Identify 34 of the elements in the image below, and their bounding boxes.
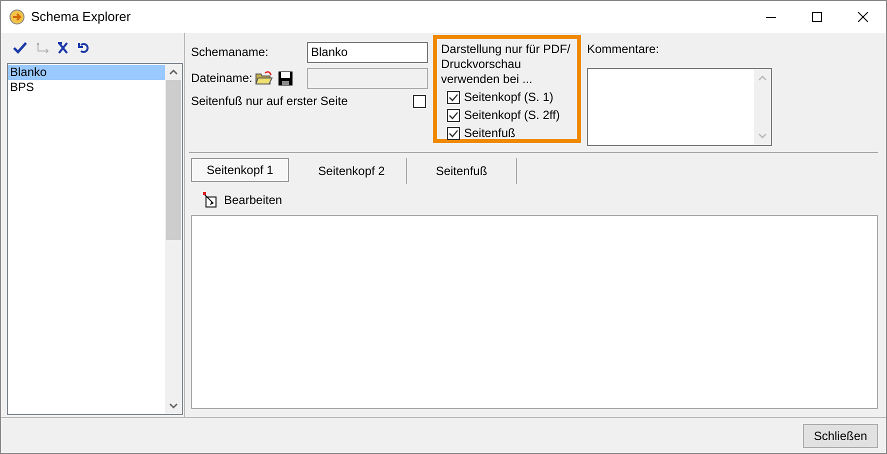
- checkbox-label: Seitenfuß: [464, 125, 516, 142]
- maximize-icon: [812, 12, 822, 22]
- scroll-thumb[interactable]: [166, 80, 181, 240]
- check-icon[interactable]: [13, 42, 27, 54]
- list-item[interactable]: BPS: [8, 80, 165, 95]
- minimize-icon: [766, 16, 776, 18]
- save-icon[interactable]: [278, 70, 293, 86]
- folder-icon[interactable]: [255, 70, 273, 86]
- edit-button[interactable]: Bearbeiten: [203, 190, 282, 208]
- checkbox[interactable]: [447, 126, 460, 140]
- window-title: Schema Explorer: [31, 8, 131, 26]
- scroll-down-icon[interactable]: [169, 403, 178, 409]
- checkbox[interactable]: [447, 90, 460, 104]
- list-item[interactable]: Blanko: [8, 65, 165, 80]
- tab[interactable]: Seitenfuß: [407, 158, 517, 184]
- close-dialog-button[interactable]: Schließen: [803, 424, 878, 448]
- scroll-up-icon[interactable]: [169, 69, 178, 75]
- field-label: Dateiname:: [191, 70, 254, 87]
- tab[interactable]: Seitenkopf 1: [191, 158, 289, 182]
- schemaname-field[interactable]: Blanko: [307, 42, 428, 62]
- checkbox-label: Seitenkopf (S. 2ff): [464, 107, 560, 124]
- field-label: Kommentare:: [587, 41, 660, 58]
- undo-icon[interactable]: [77, 42, 90, 54]
- tab[interactable]: Seitenkopf 2: [297, 158, 407, 184]
- checkbox[interactable]: [447, 108, 460, 122]
- scrollbar[interactable]: [165, 64, 182, 414]
- checkbox-label: Seitenfuß nur auf erster Seite: [191, 93, 349, 110]
- group-title: Darstellung nur für PDF/ Druckvorschau verwenden bei ...: [441, 42, 572, 87]
- field-label: Schemaname:: [191, 44, 270, 61]
- checkbox-label: Seitenkopf (S. 1): [464, 89, 554, 106]
- close-icon: [858, 12, 868, 22]
- delete-icon[interactable]: [57, 42, 69, 54]
- checkbox[interactable]: [413, 94, 426, 108]
- app-icon: [9, 9, 25, 25]
